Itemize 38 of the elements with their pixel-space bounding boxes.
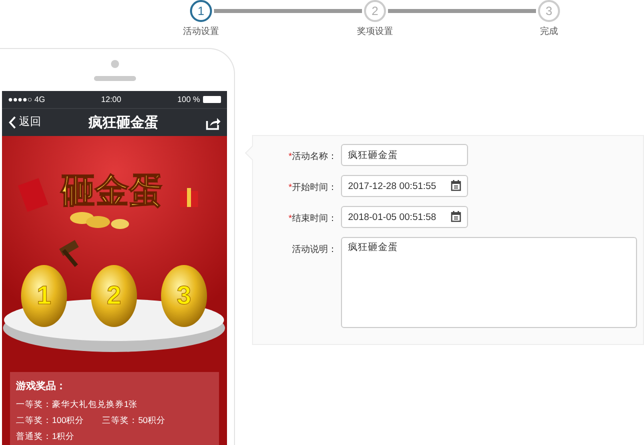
hammer-icon xyxy=(59,240,79,267)
input-field[interactable]: 疯狂砸金蛋 xyxy=(341,144,468,166)
step-label: 奖项设置 xyxy=(357,25,393,38)
battery-percent: 100 % xyxy=(177,94,200,106)
prize-text: 一等奖：豪华大礼包兑换券1张 xyxy=(16,398,138,411)
signal-indicator: ●●●●○ 4G xyxy=(8,94,46,106)
step-circle[interactable]: 1 xyxy=(190,0,212,22)
coins-drawing xyxy=(70,212,129,229)
field-label: 结束时间： xyxy=(292,213,337,223)
prize-heading: 游戏奖品： xyxy=(16,380,67,394)
clock-time: 12:00 xyxy=(101,94,122,106)
field-label: 开始时间： xyxy=(292,182,337,192)
field-label: 活动名称： xyxy=(292,151,337,161)
back-link[interactable]: 返回 xyxy=(8,114,41,131)
prize-text: 三等奖：50积分 xyxy=(102,414,166,428)
step-label: 活动设置 xyxy=(183,25,219,38)
share-icon[interactable] xyxy=(206,116,221,130)
field-label: 活动说明： xyxy=(292,244,337,254)
step-label: 完成 xyxy=(540,25,558,38)
banner-title: 砸金蛋 xyxy=(61,172,163,210)
page-title: 疯狂砸金蛋 xyxy=(88,113,158,132)
date-field[interactable]: 2018-01-05 00:51:58 xyxy=(341,206,468,228)
camera-dot xyxy=(110,60,118,68)
egg-number: 1 xyxy=(36,280,52,310)
description-field[interactable]: 疯狂砸金蛋 xyxy=(341,237,637,328)
speaker-slot xyxy=(94,76,136,80)
required-mark: * xyxy=(288,182,292,192)
date-field[interactable]: 2017-12-28 00:51:55 xyxy=(341,175,468,197)
required-mark: * xyxy=(288,213,292,223)
prize-text: 普通奖：1积分 xyxy=(16,430,75,444)
calendar-icon[interactable] xyxy=(451,211,461,222)
battery-icon xyxy=(203,96,221,103)
prize-text: 二等奖：100积分 xyxy=(16,414,84,428)
gift-icon xyxy=(180,188,198,207)
egg-number: 3 xyxy=(176,280,192,310)
required-mark: * xyxy=(288,151,292,161)
calendar-icon[interactable] xyxy=(451,180,461,191)
egg-number: 2 xyxy=(106,280,122,310)
